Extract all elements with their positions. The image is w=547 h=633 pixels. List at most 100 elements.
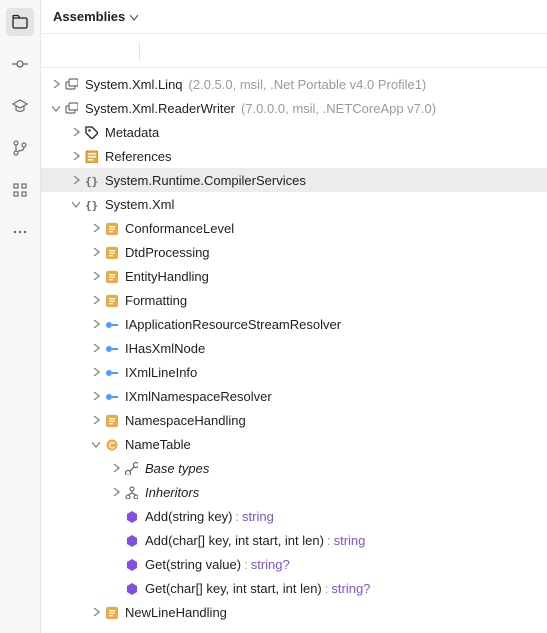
collapse-arrow[interactable] bbox=[89, 440, 103, 448]
tree-enum[interactable]: Formatting bbox=[41, 288, 547, 312]
tree-enum[interactable]: DtdProcessing bbox=[41, 240, 547, 264]
enum-icon bbox=[103, 292, 119, 308]
tb-btn-5[interactable] bbox=[176, 39, 200, 63]
tree-enum[interactable]: NewLineHandling bbox=[41, 600, 547, 624]
tb-btn-4[interactable] bbox=[148, 39, 172, 63]
interface-icon bbox=[103, 388, 119, 404]
inheritors-label: Inheritors bbox=[145, 485, 199, 500]
expand-arrow[interactable] bbox=[89, 320, 103, 328]
expand-arrow[interactable] bbox=[89, 608, 103, 616]
tree-method[interactable]: Get(char[] key, int start, int len):stri… bbox=[41, 576, 547, 600]
rail-explorer[interactable] bbox=[6, 8, 34, 36]
tree: System.Xml.Linq (2.0.5.0, msil, .Net Por… bbox=[41, 68, 547, 633]
tree-method[interactable]: Add(char[] key, int start, int len):stri… bbox=[41, 528, 547, 552]
expand-arrow[interactable] bbox=[49, 80, 63, 88]
colon: : bbox=[325, 581, 329, 596]
tree-class[interactable]: NameTable bbox=[41, 432, 547, 456]
tree-interface[interactable]: IHasXmlNode bbox=[41, 336, 547, 360]
tree-references[interactable]: References bbox=[41, 144, 547, 168]
metadata-label: Metadata bbox=[105, 125, 159, 140]
tree-interface[interactable]: IXmlLineInfo bbox=[41, 360, 547, 384]
expand-arrow[interactable] bbox=[89, 296, 103, 304]
method-icon bbox=[123, 532, 139, 548]
tb-btn-6[interactable] bbox=[204, 39, 228, 63]
type-name: IHasXmlNode bbox=[125, 341, 205, 356]
tree-enum[interactable]: EntityHandling bbox=[41, 264, 547, 288]
rail-more[interactable] bbox=[6, 218, 34, 246]
return-type: string? bbox=[251, 557, 290, 572]
interface-icon bbox=[103, 364, 119, 380]
tree-assembly[interactable]: System.Xml.ReaderWriter (7.0.0.0, msil, … bbox=[41, 96, 547, 120]
class-name: NameTable bbox=[125, 437, 191, 452]
colon: : bbox=[327, 533, 331, 548]
toolbar bbox=[41, 34, 547, 68]
tb-btn-1[interactable] bbox=[51, 39, 75, 63]
assembly-name: System.Xml.Linq bbox=[85, 77, 183, 92]
type-name: NamespaceHandling bbox=[125, 413, 246, 428]
class-icon bbox=[103, 436, 119, 452]
expand-arrow[interactable] bbox=[89, 224, 103, 232]
tree-interface[interactable]: IXmlNamespaceResolver bbox=[41, 384, 547, 408]
return-type: string bbox=[334, 533, 366, 548]
tree-basetypes[interactable]: Base types bbox=[41, 456, 547, 480]
collapse-arrow[interactable] bbox=[49, 104, 63, 112]
enum-icon bbox=[103, 220, 119, 236]
type-name: DtdProcessing bbox=[125, 245, 210, 260]
expand-arrow[interactable] bbox=[89, 392, 103, 400]
method-signature: Add(string key) bbox=[145, 509, 232, 524]
tree-interface[interactable]: IApplicationResourceStreamResolver bbox=[41, 312, 547, 336]
references-icon bbox=[83, 148, 99, 164]
tree-method[interactable]: Get(string value):string? bbox=[41, 552, 547, 576]
references-label: References bbox=[105, 149, 171, 164]
type-name: IXmlLineInfo bbox=[125, 365, 197, 380]
assembly-name: System.Xml.ReaderWriter bbox=[85, 101, 235, 116]
method-signature: Get(string value) bbox=[145, 557, 241, 572]
method-icon bbox=[123, 556, 139, 572]
expand-arrow[interactable] bbox=[109, 488, 123, 496]
collapse-arrow[interactable] bbox=[69, 200, 83, 208]
interface-icon bbox=[103, 340, 119, 356]
type-name: Formatting bbox=[125, 293, 187, 308]
expand-arrow[interactable] bbox=[109, 464, 123, 472]
colon: : bbox=[244, 557, 248, 572]
rail-git-branch[interactable] bbox=[6, 134, 34, 162]
rail-structure[interactable] bbox=[6, 176, 34, 204]
interface-icon bbox=[103, 316, 119, 332]
left-rail bbox=[0, 0, 41, 633]
tree-namespace[interactable]: System.Runtime.CompilerServices bbox=[41, 168, 547, 192]
enum-icon bbox=[103, 268, 119, 284]
method-signature: Add(char[] key, int start, int len) bbox=[145, 533, 324, 548]
tb-btn-3[interactable] bbox=[107, 39, 131, 63]
enum-icon bbox=[103, 604, 119, 620]
expand-arrow[interactable] bbox=[89, 344, 103, 352]
expand-arrow[interactable] bbox=[89, 248, 103, 256]
rail-learn[interactable] bbox=[6, 92, 34, 120]
expand-arrow[interactable] bbox=[89, 272, 103, 280]
tree-method[interactable]: Add(string key):string bbox=[41, 504, 547, 528]
namespace-name: System.Runtime.CompilerServices bbox=[105, 173, 306, 188]
expand-arrow[interactable] bbox=[89, 368, 103, 376]
main-panel: Assemblies System.Xml.Linq (2.0.5.0, msi… bbox=[41, 0, 547, 633]
expand-arrow[interactable] bbox=[69, 176, 83, 184]
tb-separator bbox=[139, 42, 140, 60]
inheritors-icon bbox=[123, 484, 139, 500]
colon: : bbox=[235, 509, 239, 524]
enum-name: NewLineHandling bbox=[125, 605, 227, 620]
tree-inheritors[interactable]: Inheritors bbox=[41, 480, 547, 504]
namespace-icon bbox=[83, 172, 99, 188]
assembly-meta: (7.0.0.0, msil, .NETCoreApp v7.0) bbox=[241, 101, 436, 116]
expand-arrow[interactable] bbox=[69, 152, 83, 160]
assembly-icon bbox=[63, 100, 79, 116]
tb-btn-2[interactable] bbox=[79, 39, 103, 63]
expand-arrow[interactable] bbox=[89, 416, 103, 424]
tree-enum[interactable]: ConformanceLevel bbox=[41, 216, 547, 240]
return-type: string bbox=[242, 509, 274, 524]
tree-namespace[interactable]: System.Xml bbox=[41, 192, 547, 216]
rail-vcs-commit[interactable] bbox=[6, 50, 34, 78]
expand-arrow[interactable] bbox=[69, 128, 83, 136]
tree-enum[interactable]: NamespaceHandling bbox=[41, 408, 547, 432]
method-icon bbox=[123, 580, 139, 596]
tree-metadata[interactable]: Metadata bbox=[41, 120, 547, 144]
tree-assembly[interactable]: System.Xml.Linq (2.0.5.0, msil, .Net Por… bbox=[41, 72, 547, 96]
type-name: EntityHandling bbox=[125, 269, 209, 284]
